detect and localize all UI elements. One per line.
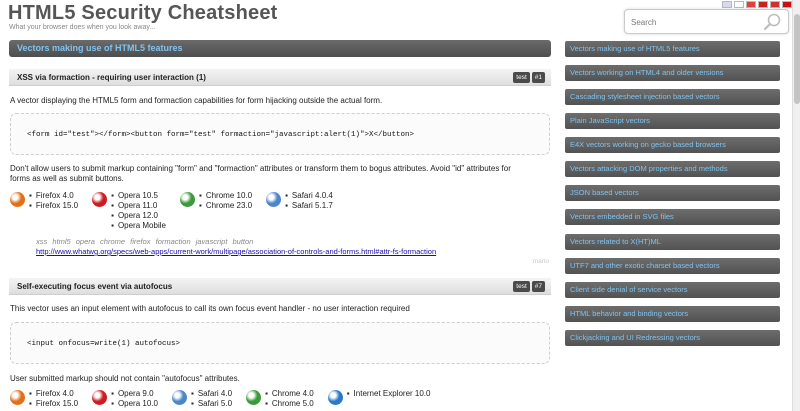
browser-version-list: Opera 10.5Opera 11.0Opera 12.0Opera Mobi… (111, 191, 166, 231)
sidebar-item[interactable]: Vectors making use of HTML5 features (565, 41, 780, 57)
browser-version-list: Chrome 10.0Chrome 23.0 (199, 191, 252, 231)
browser-version: Safari 4.0.4 (285, 191, 333, 201)
sidebar-item[interactable]: Cascading stylesheet injection based vec… (565, 89, 780, 105)
browser-version: Internet Explorer 10.0 (347, 389, 431, 399)
permalink-button[interactable]: #1 (531, 72, 545, 83)
browser-version: Opera Mobile (111, 221, 166, 231)
browser-version: Safari 5.0 (191, 399, 232, 409)
browser-support: Firefox 4.0Firefox 15.0 Opera 9.0Opera 10… (10, 389, 444, 409)
flag-icon[interactable] (734, 1, 744, 8)
vector-tags[interactable]: xss html5 opera chrome firefox formactio… (36, 237, 253, 246)
browser-group: Chrome 4.0Chrome 5.0 (246, 389, 314, 409)
vector-description: This vector uses an input element with a… (10, 304, 410, 313)
search-icon[interactable] (762, 12, 782, 32)
chrome-icon (246, 390, 262, 405)
sidebar-item[interactable]: Vectors attacking DOM properties and met… (565, 161, 780, 177)
browser-group: Chrome 10.0Chrome 23.0 (179, 191, 252, 231)
vector-advice: Don't allow users to submit markup conta… (10, 164, 511, 183)
page-scrollbar[interactable] (792, 0, 800, 411)
vector-title[interactable]: XSS via formaction - requiring user inte… (17, 73, 206, 82)
section-title: Vectors making use of HTML5 features (9, 40, 551, 57)
opera-icon (92, 390, 108, 405)
search-box (624, 9, 789, 34)
vector-header[interactable]: XSS via formaction - requiring user inte… (9, 69, 551, 86)
flag-icon[interactable] (722, 1, 732, 8)
browser-group: Safari 4.0.4Safari 5.1.7 (266, 191, 333, 231)
firefox-icon (10, 192, 25, 207)
test-button[interactable]: test (513, 281, 530, 292)
firefox-icon (10, 390, 25, 405)
author-label: mario (532, 258, 549, 265)
browser-version: Firefox 4.0 (29, 191, 78, 201)
ie-icon (327, 390, 343, 405)
browser-version: Firefox 4.0 (29, 389, 78, 399)
sidebar-item[interactable]: Vectors working on HTML4 and older versi… (565, 65, 780, 81)
browser-group: Opera 10.5Opera 11.0Opera 12.0Opera Mobi… (92, 191, 166, 231)
chrome-icon (179, 192, 195, 207)
browser-group: Safari 4.0Safari 5.0 (171, 389, 232, 409)
browser-version-list: Chrome 4.0Chrome 5.0 (265, 389, 314, 409)
sidebar-item[interactable]: E4X vectors working on gecko based brows… (565, 137, 780, 153)
vector-header[interactable]: Self-executing focus event via autofocus… (9, 278, 551, 295)
browser-version: Firefox 15.0 (29, 399, 78, 409)
browser-version-list: Firefox 4.0Firefox 15.0 (29, 389, 78, 409)
code-snippet[interactable]: <input onfocus=write(1) autofocus> (10, 322, 550, 364)
browser-version: Safari 4.0 (191, 389, 232, 399)
permalink-button[interactable]: #7 (531, 281, 545, 292)
scrollbar-thumb[interactable] (794, 14, 800, 104)
browser-version-list: Internet Explorer 10.0 (347, 389, 431, 409)
vector-title[interactable]: Self-executing focus event via autofocus (17, 282, 172, 291)
sidebar-item[interactable]: Vectors embedded in SVG files (565, 209, 780, 225)
browser-version-list: Firefox 4.0Firefox 15.0 (29, 191, 78, 231)
browser-version-list: Safari 4.0.4Safari 5.1.7 (285, 191, 333, 231)
browser-version: Chrome 10.0 (199, 191, 252, 201)
browser-version: Firefox 15.0 (29, 201, 78, 211)
sidebar-item[interactable]: HTML behavior and binding vectors (565, 306, 780, 322)
sidebar-item[interactable]: Plain JavaScript vectors (565, 113, 780, 129)
sidebar-item[interactable]: Clickjacking and UI Redressing vectors (565, 330, 780, 346)
browser-version: Opera 10.0 (111, 399, 158, 409)
test-button[interactable]: test (513, 72, 530, 83)
sidebar-item[interactable]: JSON based vectors (565, 185, 780, 201)
browser-version: Opera 12.0 (111, 211, 166, 221)
browser-version: Chrome 4.0 (265, 389, 314, 399)
browser-group: Firefox 4.0Firefox 15.0 (10, 389, 78, 409)
browser-group: Internet Explorer 10.0 (327, 389, 431, 409)
language-flags (722, 1, 792, 8)
browser-version-list: Opera 9.0Opera 10.0 (111, 389, 158, 409)
browser-version: Opera 11.0 (111, 201, 166, 211)
browser-support: Firefox 4.0Firefox 15.0Opera 10.5Opera 1… (10, 191, 347, 231)
site-tagline: What your browser does when you look awa… (9, 24, 156, 31)
flag-icon[interactable] (758, 1, 768, 8)
reference-link[interactable]: http://www.whatwg.org/specs/web-apps/cur… (36, 247, 436, 256)
search-input[interactable] (631, 15, 761, 29)
browser-version: Opera 10.5 (111, 191, 166, 201)
browser-group: Opera 9.0Opera 10.0 (92, 389, 158, 409)
browser-version: Safari 5.1.7 (285, 201, 333, 211)
sidebar-item[interactable]: Vectors related to X(HT)ML (565, 234, 780, 250)
browser-group: Firefox 4.0Firefox 15.0 (10, 191, 78, 231)
flag-icon[interactable] (746, 1, 756, 8)
browser-version-list: Safari 4.0Safari 5.0 (191, 389, 232, 409)
safari-icon (171, 390, 187, 405)
sidebar-item[interactable]: UTF7 and other exotic charset based vect… (565, 258, 780, 274)
site-title[interactable]: HTML5 Security Cheatsheet (8, 2, 278, 25)
code-snippet[interactable]: <form id="test"></form><button form="tes… (10, 113, 550, 155)
vector-advice: User submitted markup should not contain… (10, 374, 240, 383)
flag-icon[interactable] (782, 1, 792, 8)
safari-icon (266, 192, 282, 207)
opera-icon (92, 192, 108, 207)
sidebar-item[interactable]: Client side denial of service vectors (565, 282, 780, 298)
browser-version: Chrome 23.0 (199, 201, 252, 211)
browser-version: Chrome 5.0 (265, 399, 314, 409)
page-header: HTML5 Security Cheatsheet What your brow… (0, 0, 800, 40)
vector-description: A vector displaying the HTML5 form and f… (10, 96, 383, 105)
browser-version: Opera 9.0 (111, 389, 158, 399)
flag-icon[interactable] (770, 1, 780, 8)
